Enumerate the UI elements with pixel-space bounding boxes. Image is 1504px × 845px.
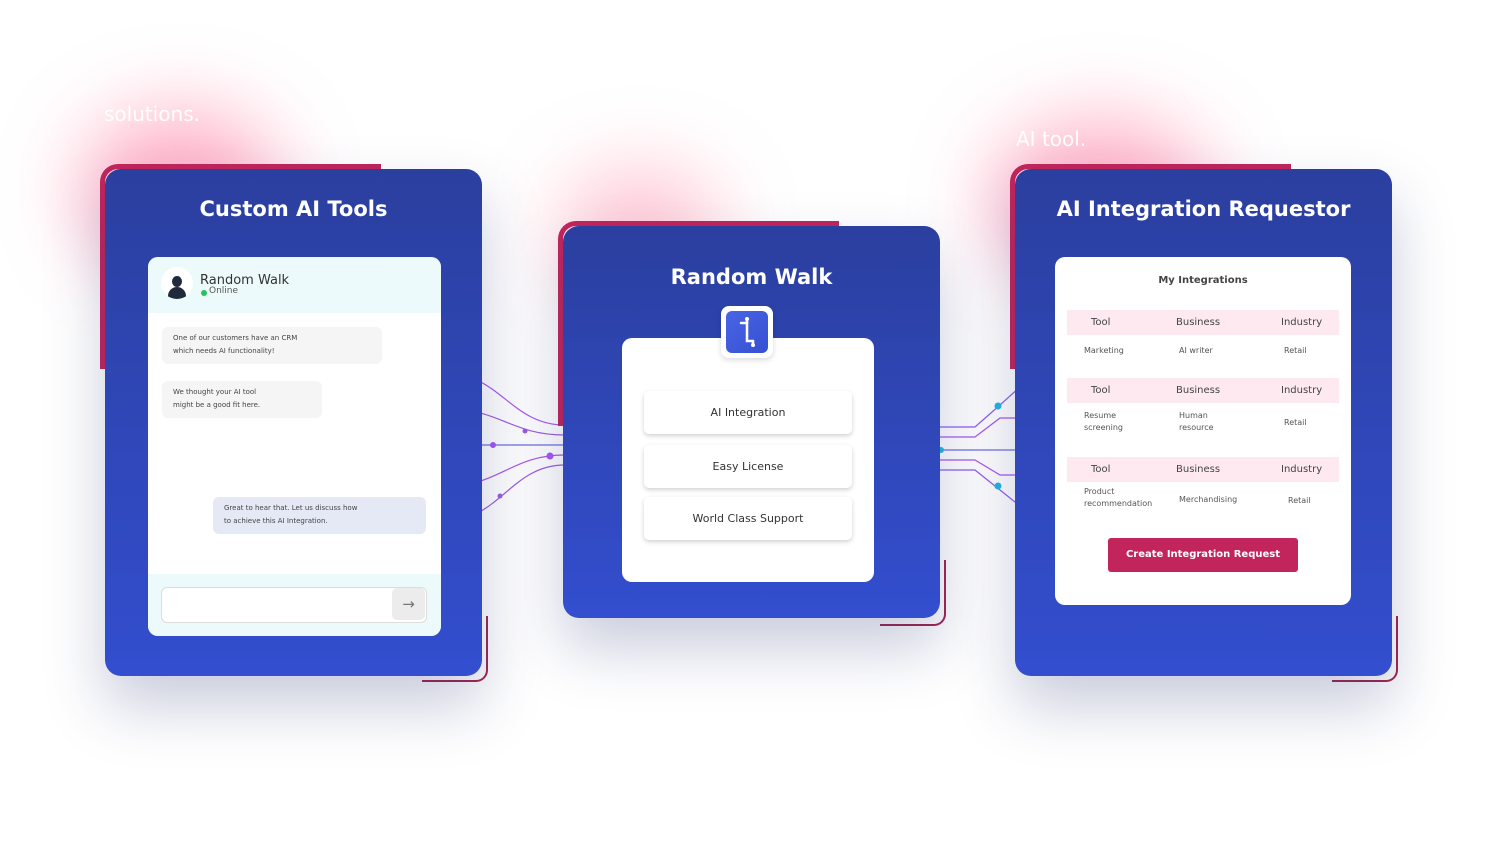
connector-dot bbox=[522, 428, 528, 434]
send-button[interactable]: → bbox=[392, 588, 425, 620]
integrations-card: My Integrations Tool Business Industry M… bbox=[1055, 257, 1351, 605]
chat-message-line: to achieve this AI Integration. bbox=[224, 517, 328, 525]
chat-header: Random Walk Online bbox=[148, 257, 441, 313]
chat-message-line: Great to hear that. Let us discuss how bbox=[224, 504, 358, 512]
table-header: Tool Business Industry bbox=[1067, 457, 1339, 482]
feature-item: AI Integration bbox=[644, 391, 852, 434]
column-header-business: Business bbox=[1176, 385, 1221, 396]
column-header-tool: Tool bbox=[1091, 385, 1111, 396]
left-panel-title: Custom AI Tools bbox=[199, 197, 388, 221]
middle-panel: Random Walk AI Integration Easy License … bbox=[563, 226, 940, 618]
connector-dot bbox=[994, 482, 1002, 490]
connector-dot bbox=[546, 452, 554, 460]
column-header-tool: Tool bbox=[1091, 317, 1111, 328]
cell-business-line: Human bbox=[1179, 411, 1208, 420]
features-list: AI Integration Easy License World Class … bbox=[622, 338, 874, 582]
connector-dot bbox=[994, 402, 1002, 410]
cell-tool: Marketing bbox=[1084, 346, 1124, 355]
cell-industry: Retail bbox=[1284, 418, 1307, 427]
middle-panel-title: Random Walk bbox=[670, 265, 833, 289]
feature-item: Easy License bbox=[644, 445, 852, 488]
cell-tool-line: Resume bbox=[1084, 411, 1117, 420]
connector-dot bbox=[497, 493, 503, 499]
cell-tool-line: Product bbox=[1084, 487, 1115, 496]
feature-item: World Class Support bbox=[644, 497, 852, 540]
column-header-tool: Tool bbox=[1091, 464, 1111, 475]
cell-tool-line: screening bbox=[1084, 423, 1123, 432]
table-header: Tool Business Industry bbox=[1067, 310, 1339, 335]
integrations-title: My Integrations bbox=[1158, 275, 1248, 286]
table-header: Tool Business Industry bbox=[1067, 378, 1339, 403]
cell-industry: Retail bbox=[1284, 346, 1307, 355]
chat-message-incoming: One of our customers have an CRM which n… bbox=[162, 327, 382, 364]
chat-footer: → bbox=[148, 574, 441, 636]
column-header-industry: Industry bbox=[1281, 464, 1323, 475]
chat-message-line: We thought your AI tool bbox=[173, 388, 257, 396]
cell-tool: Product recommendation bbox=[1084, 486, 1152, 510]
cell-business-line: resource bbox=[1179, 423, 1214, 432]
chat-message-line: which needs AI functionality! bbox=[173, 347, 275, 355]
cell-business: AI writer bbox=[1179, 346, 1213, 355]
cell-industry: Retail bbox=[1288, 496, 1311, 505]
chat-message-line: might be a good fit here. bbox=[173, 401, 261, 409]
chat-message-line: One of our customers have an CRM bbox=[173, 334, 298, 342]
column-header-business: Business bbox=[1176, 317, 1221, 328]
user-avatar-icon bbox=[161, 267, 193, 299]
left-panel: Custom AI Tools Random Walk Online One o… bbox=[105, 169, 482, 676]
column-header-industry: Industry bbox=[1281, 385, 1323, 396]
chat-status: Online bbox=[209, 286, 239, 296]
right-panel-title: AI Integration Requestor bbox=[1056, 197, 1351, 221]
column-header-business: Business bbox=[1176, 464, 1221, 475]
cell-tool-line: recommendation bbox=[1084, 499, 1153, 508]
create-integration-request-button[interactable]: Create Integration Request bbox=[1108, 538, 1298, 572]
column-header-industry: Industry bbox=[1281, 317, 1323, 328]
arrow-right-icon: → bbox=[402, 595, 415, 613]
chat-message-input[interactable] bbox=[161, 587, 427, 623]
online-status-dot bbox=[201, 290, 207, 296]
chat-message-outgoing: Great to hear that. Let us discuss how t… bbox=[213, 497, 426, 534]
chat-window: Random Walk Online One of our customers … bbox=[148, 257, 441, 636]
cell-business: Merchandising bbox=[1179, 495, 1238, 504]
right-panel: AI Integration Requestor My Integrations… bbox=[1015, 169, 1392, 676]
chat-message-incoming: We thought your AI tool might be a good … bbox=[162, 381, 322, 418]
connector-dot bbox=[490, 442, 496, 448]
cell-tool: Resume screening bbox=[1084, 410, 1123, 434]
cell-business: Human resource bbox=[1179, 410, 1214, 434]
